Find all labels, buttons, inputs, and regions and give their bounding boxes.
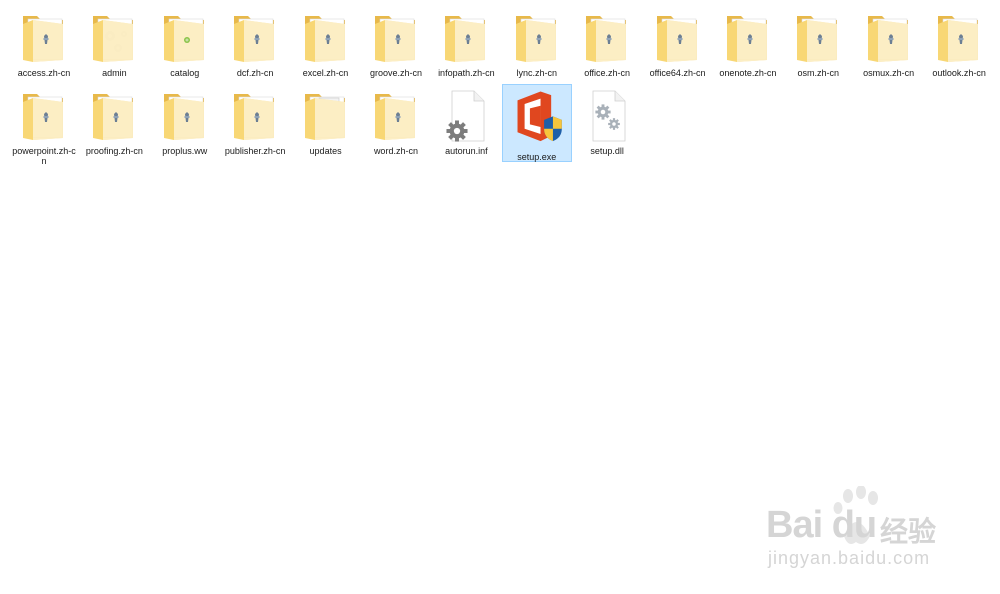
file-item[interactable]: word.zh-cn [361,84,431,162]
file-item[interactable]: catalog [150,6,220,84]
file-explorer-content-pane[interactable]: access.zh-cn admin catalog dcf.zh-cn excel.z… [0,0,1000,594]
file-item[interactable]: osmux.zh-cn [854,6,924,84]
file-item-label: admin [102,68,127,78]
watermark-cn: 经验 [880,516,937,547]
folder-icon [161,85,209,144]
folder-icon [794,7,842,66]
folder-icon [302,7,350,66]
file-item-label: proplus.ww [162,146,208,156]
file-item[interactable]: osm.zh-cn [783,6,853,84]
file-item[interactable]: updates [291,84,361,162]
file-item-label: outlook.zh-cn [932,68,986,78]
folder-icon [372,85,420,144]
file-item[interactable]: groove.zh-cn [361,6,431,84]
watermark-url: jingyan.baidu.com [768,548,931,568]
file-item-label: groove.zh-cn [369,68,422,78]
folder-icon [865,7,913,66]
document-folder-icon [302,85,350,144]
file-item[interactable]: dcf.zh-cn [220,6,290,84]
file-item-label: powerpoint.zh-cn [12,146,76,166]
file-item[interactable]: admin [79,6,149,84]
file-item-label: osm.zh-cn [797,68,840,78]
folder-icon [935,7,983,66]
folder-icon [724,7,772,66]
file-item[interactable]: proofing.zh-cn [79,84,149,162]
file-item-label: word.zh-cn [373,146,418,156]
file-item[interactable]: outlook.zh-cn [924,6,994,84]
file-item[interactable]: onenote.zh-cn [713,6,783,84]
settings-file-icon [442,85,490,144]
folder-icon [372,7,420,66]
file-item-label: catalog [170,68,200,78]
file-item[interactable]: autorun.inf [431,84,501,162]
file-icon-grid: access.zh-cn admin catalog dcf.zh-cn excel.z… [9,6,999,166]
file-item[interactable]: publisher.zh-cn [220,84,290,162]
folder-icon [654,7,702,66]
folder-icon [513,7,561,66]
file-item-label: updates [309,146,342,156]
office-setup-icon [509,85,565,150]
folder-icon [583,7,631,66]
file-item[interactable]: setup.dll [572,84,642,162]
file-item-label: office.zh-cn [584,68,631,78]
folder-icon [90,85,138,144]
file-item[interactable]: excel.zh-cn [291,6,361,84]
file-item[interactable]: office64.zh-cn [643,6,713,84]
file-item[interactable]: proplus.ww [150,84,220,162]
system-file-icon [583,85,631,144]
file-item-label: osmux.zh-cn [863,68,915,78]
file-item[interactable]: lync.zh-cn [502,6,572,84]
baidu-jingyan-watermark: Bai du 经验 jingyan.baidu.com [764,486,954,576]
file-item-label: office64.zh-cn [649,68,706,78]
folder-icon [20,7,68,66]
folder-icon [442,7,490,66]
file-item-label: excel.zh-cn [302,68,349,78]
file-item-label: setup.exe [517,152,557,162]
file-item[interactable]: setup.exe [501,84,572,162]
file-item[interactable]: access.zh-cn [9,6,79,84]
folder-icon [231,85,279,144]
folder-icon [161,7,209,66]
file-item-label: proofing.zh-cn [85,146,143,156]
settings-folder-icon [90,7,138,66]
folder-icon [231,7,279,66]
file-item-label: dcf.zh-cn [236,68,274,78]
file-item[interactable]: office.zh-cn [572,6,642,84]
file-item[interactable]: infopath.zh-cn [431,6,501,84]
file-item-label: setup.dll [590,146,624,156]
folder-icon [20,85,68,144]
file-item[interactable]: powerpoint.zh-cn [9,84,79,166]
file-item-label: infopath.zh-cn [438,68,495,78]
file-item-label: onenote.zh-cn [719,68,777,78]
file-item-label: access.zh-cn [17,68,71,78]
file-item-label: lync.zh-cn [516,68,557,78]
watermark-brand: Bai du [766,504,877,546]
file-item-label: autorun.inf [445,146,488,156]
file-item-label: publisher.zh-cn [224,146,286,156]
